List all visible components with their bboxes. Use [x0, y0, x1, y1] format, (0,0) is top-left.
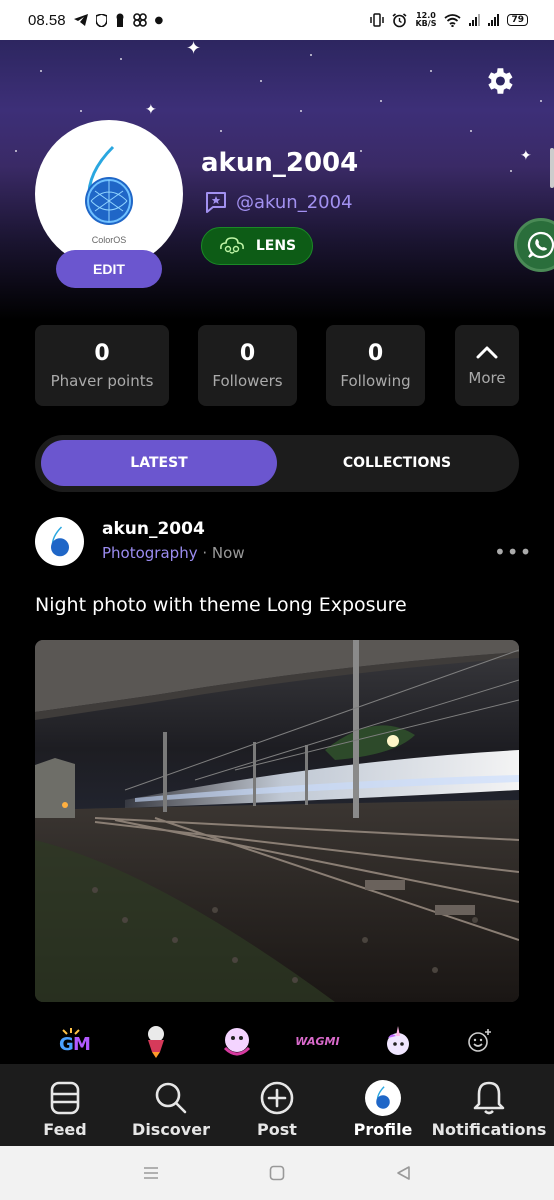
stat-phaver-points[interactable]: 0 Phaver points	[35, 325, 169, 406]
post-separator: ·	[202, 544, 208, 562]
chevron-up-icon	[476, 346, 498, 358]
nav-post-label: Post	[257, 1120, 297, 1139]
bell-icon	[473, 1081, 505, 1115]
profile-avatar-icon	[365, 1080, 401, 1116]
nav-profile[interactable]: Profile	[328, 1080, 438, 1139]
post-image[interactable]	[35, 640, 519, 1002]
nav-feed[interactable]: Feed	[10, 1080, 120, 1139]
stat-label: Phaver points	[50, 372, 154, 390]
lens-logo-icon	[219, 237, 244, 254]
settings-gear-icon[interactable]	[482, 64, 516, 98]
post-options-icon[interactable]: •••	[494, 540, 532, 564]
stat-label: Followers	[212, 372, 283, 390]
nav-discover[interactable]: Discover	[116, 1080, 226, 1139]
profile-username: akun_2004	[201, 148, 359, 178]
stat-value: 0	[239, 341, 256, 366]
nav-post[interactable]: Post	[222, 1080, 332, 1139]
signal-icon	[488, 14, 500, 26]
stat-following[interactable]: 0 Following	[326, 325, 425, 406]
profile-handle: @akun_2004	[236, 191, 353, 213]
nav-feed-label: Feed	[43, 1120, 87, 1139]
wifi-icon	[444, 13, 462, 27]
handle-row[interactable]: @akun_2004	[204, 190, 353, 214]
status-time: 08.58	[28, 11, 66, 29]
back-icon[interactable]	[395, 1165, 411, 1181]
lens-button[interactable]: LENS	[201, 227, 313, 265]
vibrate-icon	[370, 13, 385, 27]
post-meta: Photography · Now	[102, 544, 245, 562]
tab-latest[interactable]: LATEST	[41, 440, 277, 486]
hug-sticker-icon	[223, 1028, 250, 1056]
home-icon[interactable]	[269, 1165, 285, 1181]
more-button[interactable]: More	[455, 325, 519, 406]
reaction-gm[interactable]: G M GM	[55, 1021, 95, 1061]
stat-followers[interactable]: 0 Followers	[198, 325, 297, 406]
dot-icon: ●	[154, 14, 164, 26]
reaction-hug[interactable]	[217, 1021, 257, 1061]
whatsapp-icon	[527, 231, 554, 259]
emoji-add-icon	[468, 1029, 491, 1052]
stat-value: 0	[94, 341, 110, 366]
nav-notifications[interactable]: Notifications	[431, 1080, 547, 1139]
coloros-logo-icon	[85, 145, 133, 225]
bottom-navigation: Feed Discover Post Profile Notifications	[0, 1064, 554, 1146]
nav-profile-label: Profile	[353, 1120, 413, 1139]
svg-text:G: G	[59, 1034, 74, 1055]
sparkle-icon: ✦	[520, 148, 532, 164]
signal-icon	[469, 14, 481, 26]
post-category[interactable]: Photography	[102, 544, 198, 562]
profile-header: ✦ ✦ ✦ ColorOS EDIT akun_2004 @akun_2004 …	[0, 40, 554, 320]
search-icon	[155, 1082, 187, 1114]
feed-icon	[50, 1081, 80, 1115]
stat-label: Following	[340, 372, 411, 390]
post-author-avatar[interactable]	[35, 517, 84, 566]
telegram-icon	[73, 14, 88, 26]
add-reaction-button[interactable]	[459, 1021, 499, 1061]
post-time: Now	[211, 544, 245, 562]
keyhole-icon	[116, 13, 124, 27]
reaction-wagmi[interactable]: WAGMI	[295, 1021, 340, 1061]
shield-icon	[95, 13, 107, 27]
nav-notifications-label: Notifications	[431, 1120, 547, 1139]
nav-discover-label: Discover	[132, 1120, 210, 1139]
coloros-logo-icon	[50, 525, 69, 556]
status-bar: 08.58 ● 12.0 KB/S 79	[0, 0, 554, 40]
post-title: Night photo with theme Long Exposure	[35, 594, 407, 616]
sparkle-icon: ✦	[145, 102, 157, 118]
avatar-caption: ColorOS	[91, 235, 127, 245]
speech-bubble-star-icon	[206, 192, 226, 213]
pinwheel-icon	[132, 13, 147, 27]
unicorn-sticker-icon	[387, 1026, 410, 1055]
reaction-unicorn[interactable]	[378, 1021, 418, 1061]
menu-icon[interactable]	[143, 1166, 159, 1180]
sparkle-icon: ✦	[186, 40, 202, 59]
scroll-indicator	[550, 148, 554, 188]
wagmi-label: WAGMI	[295, 1034, 340, 1048]
lens-label: LENS	[255, 238, 297, 254]
reaction-rocket[interactable]	[136, 1021, 176, 1061]
system-navigation-bar	[0, 1146, 554, 1200]
network-speed: 12.0 KB/S	[415, 11, 437, 28]
edit-profile-button[interactable]: EDIT	[56, 250, 162, 288]
battery-indicator: 79	[507, 14, 528, 26]
gm-sticker-icon: G M	[59, 1028, 91, 1055]
profile-tabs: LATEST COLLECTIONS	[35, 435, 519, 492]
alarm-icon	[392, 12, 407, 27]
rocket-sticker-icon	[147, 1026, 164, 1058]
more-label: More	[468, 368, 506, 387]
reaction-bar: G M GM WAGMI	[35, 1018, 519, 1064]
add-circle-icon	[260, 1081, 294, 1115]
post-author-name[interactable]: akun_2004	[102, 519, 205, 539]
profile-avatar[interactable]: ColorOS	[35, 120, 183, 268]
stat-value: 0	[367, 341, 384, 366]
svg-text:M: M	[73, 1034, 91, 1055]
tab-collections[interactable]: COLLECTIONS	[281, 440, 513, 486]
